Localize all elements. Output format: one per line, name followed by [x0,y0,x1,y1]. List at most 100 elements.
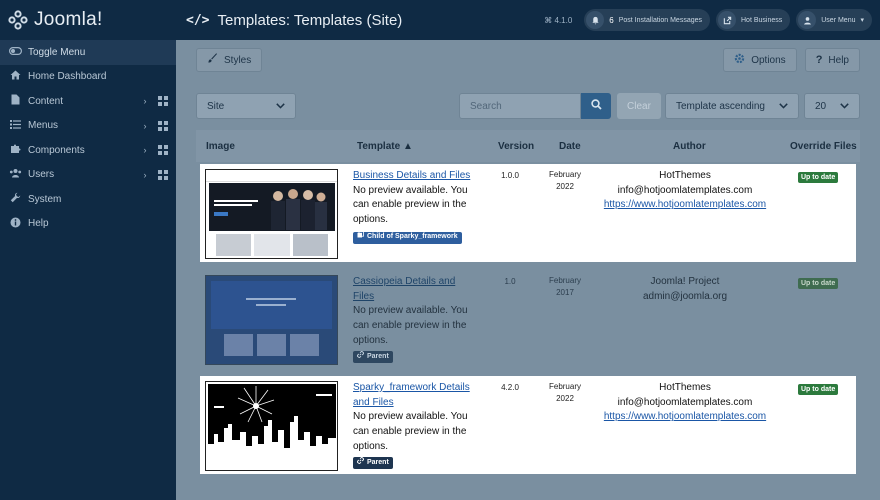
main-content: Styles Options ? Help Site Search Clear … [176,40,880,500]
user-icon [798,11,817,29]
brush-icon [207,53,218,67]
brand[interactable]: Joomla! [0,0,176,40]
dashboard-grid-icon[interactable] [158,145,168,156]
version-value: 1.0.0 [501,171,519,180]
chevron-down-icon: ▾ [860,17,864,24]
sidebar-item-menus[interactable]: Menus › [0,114,176,139]
sidebar-item-content[interactable]: Content › [0,89,176,114]
home-icon [8,70,22,83]
file-icon [8,94,22,108]
copy-icon [357,230,364,245]
brand-name: Joomla! [34,9,103,30]
table-row: Cassiopeia Details and Files No preview … [200,270,856,368]
author-info: HotThemes info@hotjoomlatemplates.com ht… [603,382,767,423]
limit-select[interactable]: 20 [804,93,860,119]
chevron-right-icon[interactable]: › [138,121,152,131]
chevron-right-icon[interactable]: › [138,96,152,106]
filter-bar: Site Search Clear Template ascending 20 [196,93,860,119]
table-row: Business Details and Files No preview av… [200,164,856,262]
template-link[interactable]: and Files [353,397,394,408]
link-icon [356,456,365,471]
user-menu-button[interactable]: User Menu ▾ [796,9,872,31]
sidebar-item-components[interactable]: Components › [0,138,176,163]
page-title-text: Templates: Templates (Site) [217,11,403,29]
wrench-icon [8,192,22,206]
link-icon [356,350,365,365]
user-menu-label: User Menu [821,16,856,24]
template-thumbnail[interactable] [205,275,338,365]
joomla-logo-icon [8,10,28,30]
template-description: No preview available. You can enable pre… [353,411,468,452]
template-link[interactable]: Cassiopeia Details and [353,276,455,287]
question-icon: ? [815,54,823,66]
sidebar: Toggle Menu Home Dashboard Content › Men… [0,40,176,500]
post-install-label: Post Installation Messages [618,16,702,24]
template-thumbnail[interactable] [205,381,338,471]
chevron-down-icon [779,101,788,112]
col-version[interactable]: Version [498,141,534,152]
help-button[interactable]: ? Help [804,48,860,72]
table-header: Image Template ▲ Version Date Author Ove… [196,130,860,162]
gear-icon [734,53,745,67]
col-template[interactable]: Template ▲ [357,141,413,152]
sidebar-item-toggle-menu[interactable]: Toggle Menu [0,40,176,65]
sidebar-item-system[interactable]: System [0,187,176,212]
template-link[interactable]: Business Details and Files [353,170,470,181]
author-url-link[interactable]: https://www.hotjoomlatemplates.com [604,199,766,210]
version-value: 1.0 [504,277,516,286]
chevron-down-icon [840,101,849,112]
dashboard-grid-icon[interactable] [158,169,168,180]
list-icon [8,119,22,132]
templates-table: Image Template ▲ Version Date Author Ove… [196,130,860,474]
chevron-right-icon[interactable]: › [138,145,152,155]
version-label: ⌘ 4.1.0 [544,15,573,25]
info-icon [8,217,22,231]
template-thumbnail[interactable] [205,169,338,259]
dashboard-grid-icon[interactable] [158,96,168,107]
author-info: Joomla! Project admin@joomla.org [642,276,728,302]
clear-button[interactable]: Clear [617,93,661,119]
parent-badge: Parent [353,456,393,471]
sidebar-item-users[interactable]: Users › [0,163,176,188]
dashboard-grid-icon[interactable] [158,120,168,131]
date-value: February 2022 [548,170,581,191]
parent-badge: Parent [353,350,393,365]
ordering-select[interactable]: Template ascending [665,93,799,119]
version-value: 4.2.0 [501,383,519,392]
sidebar-item-home-dashboard[interactable]: Home Dashboard [0,65,176,90]
col-date[interactable]: Date [559,141,581,152]
author-info: HotThemes info@hotjoomlatemplates.com ht… [603,170,767,211]
status-badge: Up to date [798,172,839,183]
status-badge: Up to date [798,278,839,289]
author-url-link[interactable]: https://www.hotjoomlatemplates.com [604,411,766,422]
search-icon [590,97,602,115]
top-header: Joomla! </> Templates: Templates (Site) … [0,0,880,40]
page-title: </> Templates: Templates (Site) [176,12,544,29]
sidebar-item-help[interactable]: Help [0,212,176,237]
styles-button[interactable]: Styles [196,48,263,72]
post-install-messages-button[interactable]: 6 Post Installation Messages [584,9,710,31]
options-button[interactable]: Options [723,48,797,72]
table-row: Sparky_framework Details and Files No pr… [200,376,856,474]
col-image: Image [206,140,235,152]
notification-count: 6 [609,15,614,25]
child-badge: Child of Sparky_framework [353,230,462,245]
search-input[interactable]: Search [459,93,581,119]
template-link[interactable]: Sparky_framework Details [353,382,470,393]
toggle-icon [8,46,22,58]
chevron-right-icon[interactable]: › [138,170,152,180]
date-value: February 2017 [548,276,581,297]
site-link-button[interactable]: Hot Business [716,9,791,31]
external-link-icon [718,11,736,29]
users-icon [8,168,22,181]
toolbar: Styles Options ? Help [176,40,880,80]
search-button[interactable] [581,93,611,119]
client-select[interactable]: Site [196,93,296,119]
code-icon: </> [186,12,210,28]
status-badge: Up to date [798,384,839,395]
col-author[interactable]: Author [673,141,706,152]
chevron-down-icon [276,101,285,112]
template-link[interactable]: Files [353,291,374,302]
bell-icon [586,11,605,29]
template-description: No preview available. You can enable pre… [353,184,468,226]
